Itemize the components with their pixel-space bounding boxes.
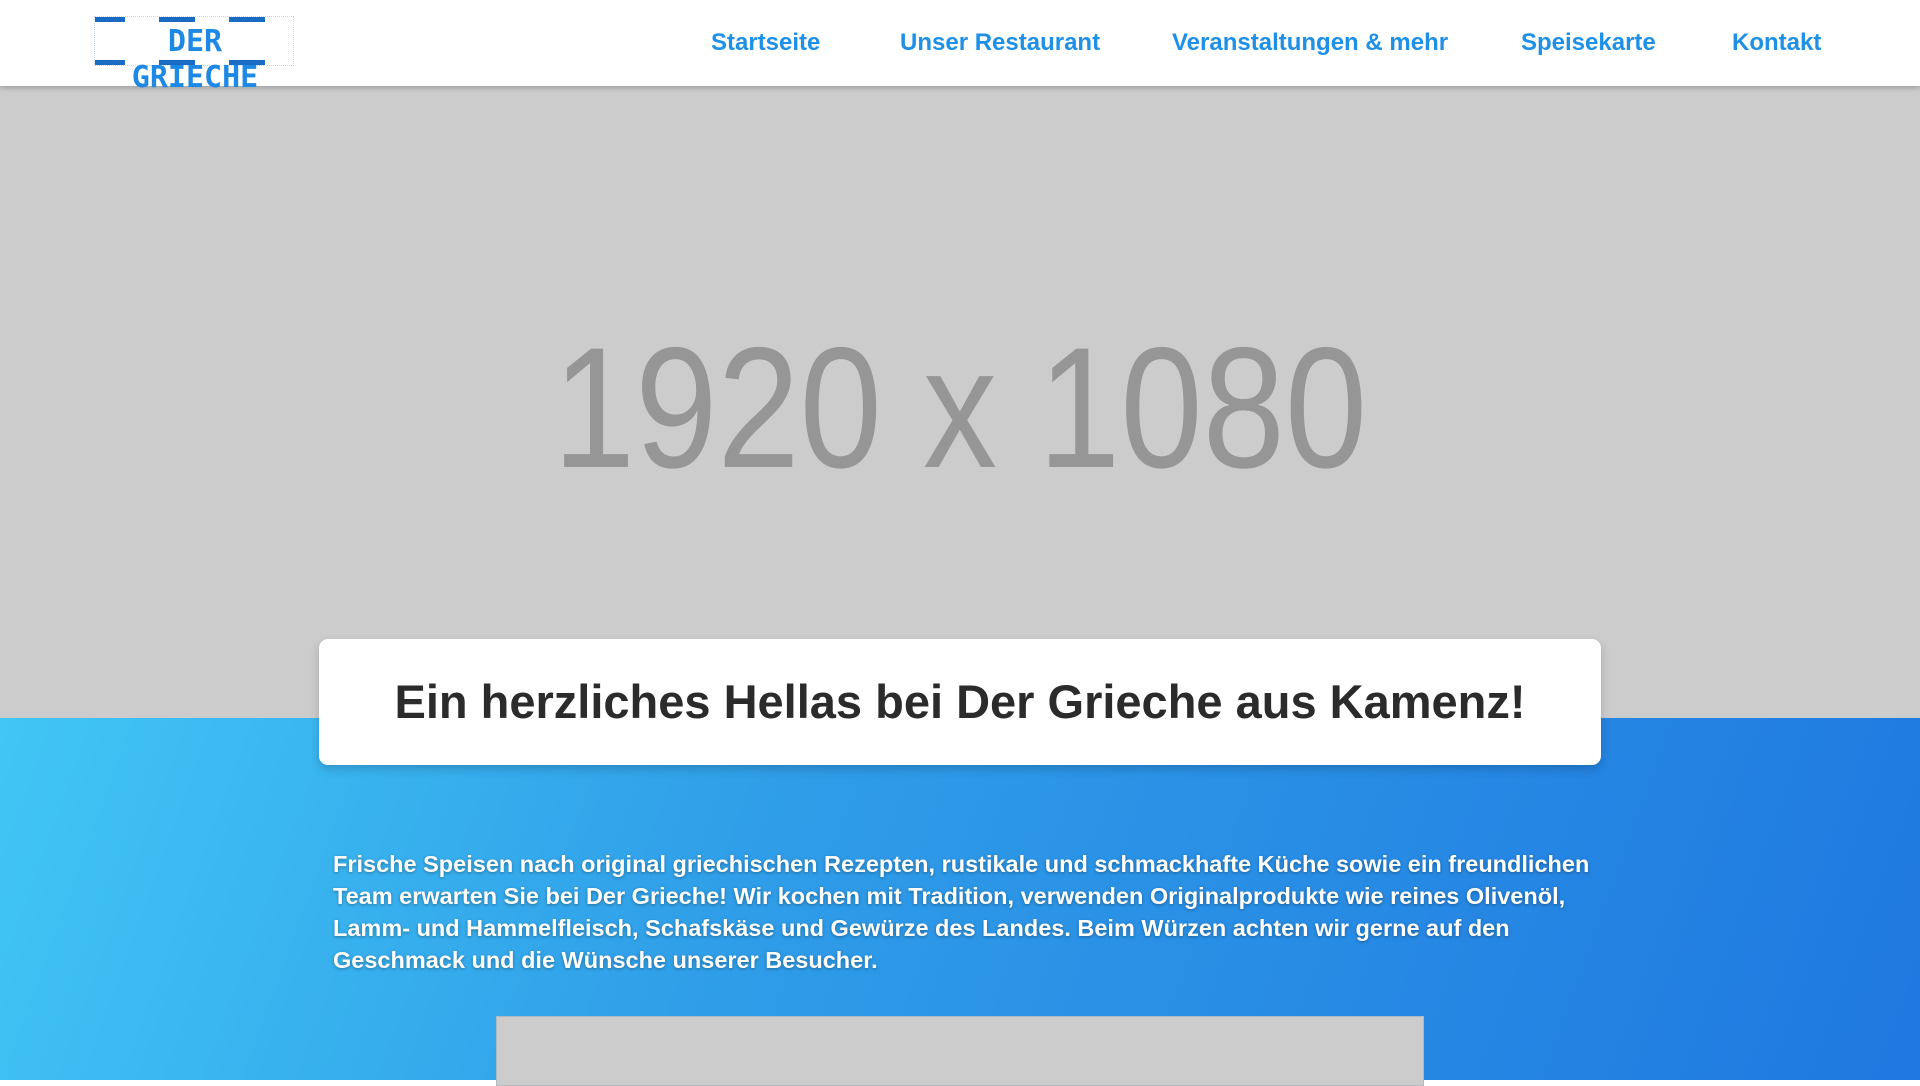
nav-link-speisekarte[interactable]: Speisekarte bbox=[1521, 27, 1656, 59]
page-title: Ein herzliches Hellas bei Der Grieche au… bbox=[394, 675, 1526, 728]
title-card: Ein herzliches Hellas bei Der Grieche au… bbox=[319, 639, 1601, 765]
nav-link-unser-restaurant[interactable]: Unser Restaurant bbox=[900, 27, 1100, 59]
hero-image-placeholder: 1920 x 1080 bbox=[0, 86, 1920, 718]
nav-link-kontakt[interactable]: Kontakt bbox=[1732, 27, 1821, 59]
main-nav: Startseite Unser Restaurant Veranstaltun… bbox=[0, 0, 1920, 86]
site-header: DER GRIECHE Startseite Unser Restaurant … bbox=[0, 0, 1920, 95]
hero-placeholder-text: 1920 x 1080 bbox=[552, 312, 1368, 504]
nav-link-startseite[interactable]: Startseite bbox=[711, 27, 820, 59]
content-image-placeholder bbox=[496, 1016, 1424, 1086]
nav-link-veranstaltungen[interactable]: Veranstaltungen & mehr bbox=[1172, 27, 1448, 59]
intro-paragraph: Frische Speisen nach original griechisch… bbox=[333, 851, 1590, 973]
